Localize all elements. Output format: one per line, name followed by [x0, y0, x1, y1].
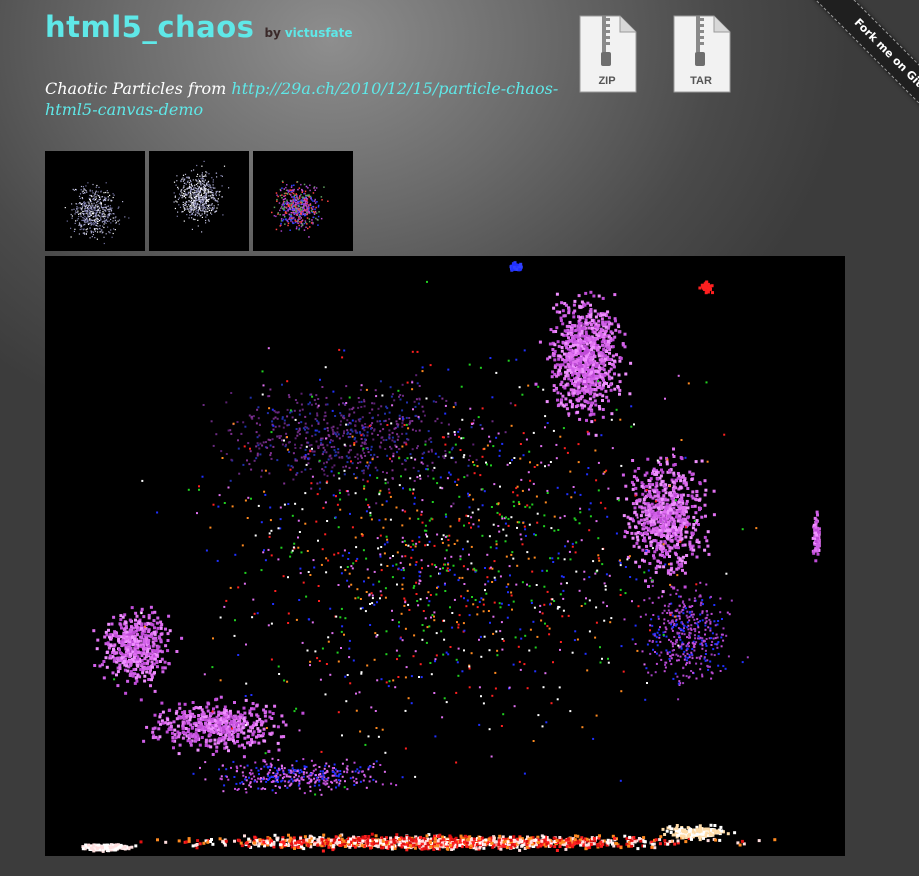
particle-canvas[interactable] — [45, 256, 845, 856]
zip-download-button[interactable]: ZIP — [576, 14, 638, 94]
author-link[interactable]: victusfate — [285, 26, 353, 40]
header: html5_chaos by victusfate — [45, 10, 353, 44]
by-label: by — [264, 26, 281, 40]
zip-file-icon: ZIP — [579, 15, 637, 93]
repo-name-link[interactable]: html5_chaos — [45, 10, 254, 44]
zip-label: ZIP — [598, 75, 615, 87]
tar-download-button[interactable]: TAR — [670, 14, 732, 94]
thumbnail-2[interactable] — [149, 151, 249, 251]
particle-canvas-drawing — [81, 261, 821, 853]
description: Chaotic Particles from http://29a.ch/201… — [45, 78, 565, 120]
tar-label: TAR — [690, 75, 712, 87]
thumbnail-strip — [45, 151, 353, 251]
title-row: html5_chaos by victusfate — [45, 10, 353, 44]
tar-file-icon: TAR — [673, 15, 731, 93]
thumbnail-1[interactable] — [45, 151, 145, 251]
fork-ribbon-label[interactable]: Fork me on GitHub — [812, 0, 919, 147]
description-text: Chaotic Particles from — [45, 79, 232, 98]
fork-ribbon[interactable]: Fork me on GitHub — [770, 0, 919, 149]
thumbnail-3[interactable] — [253, 151, 353, 251]
